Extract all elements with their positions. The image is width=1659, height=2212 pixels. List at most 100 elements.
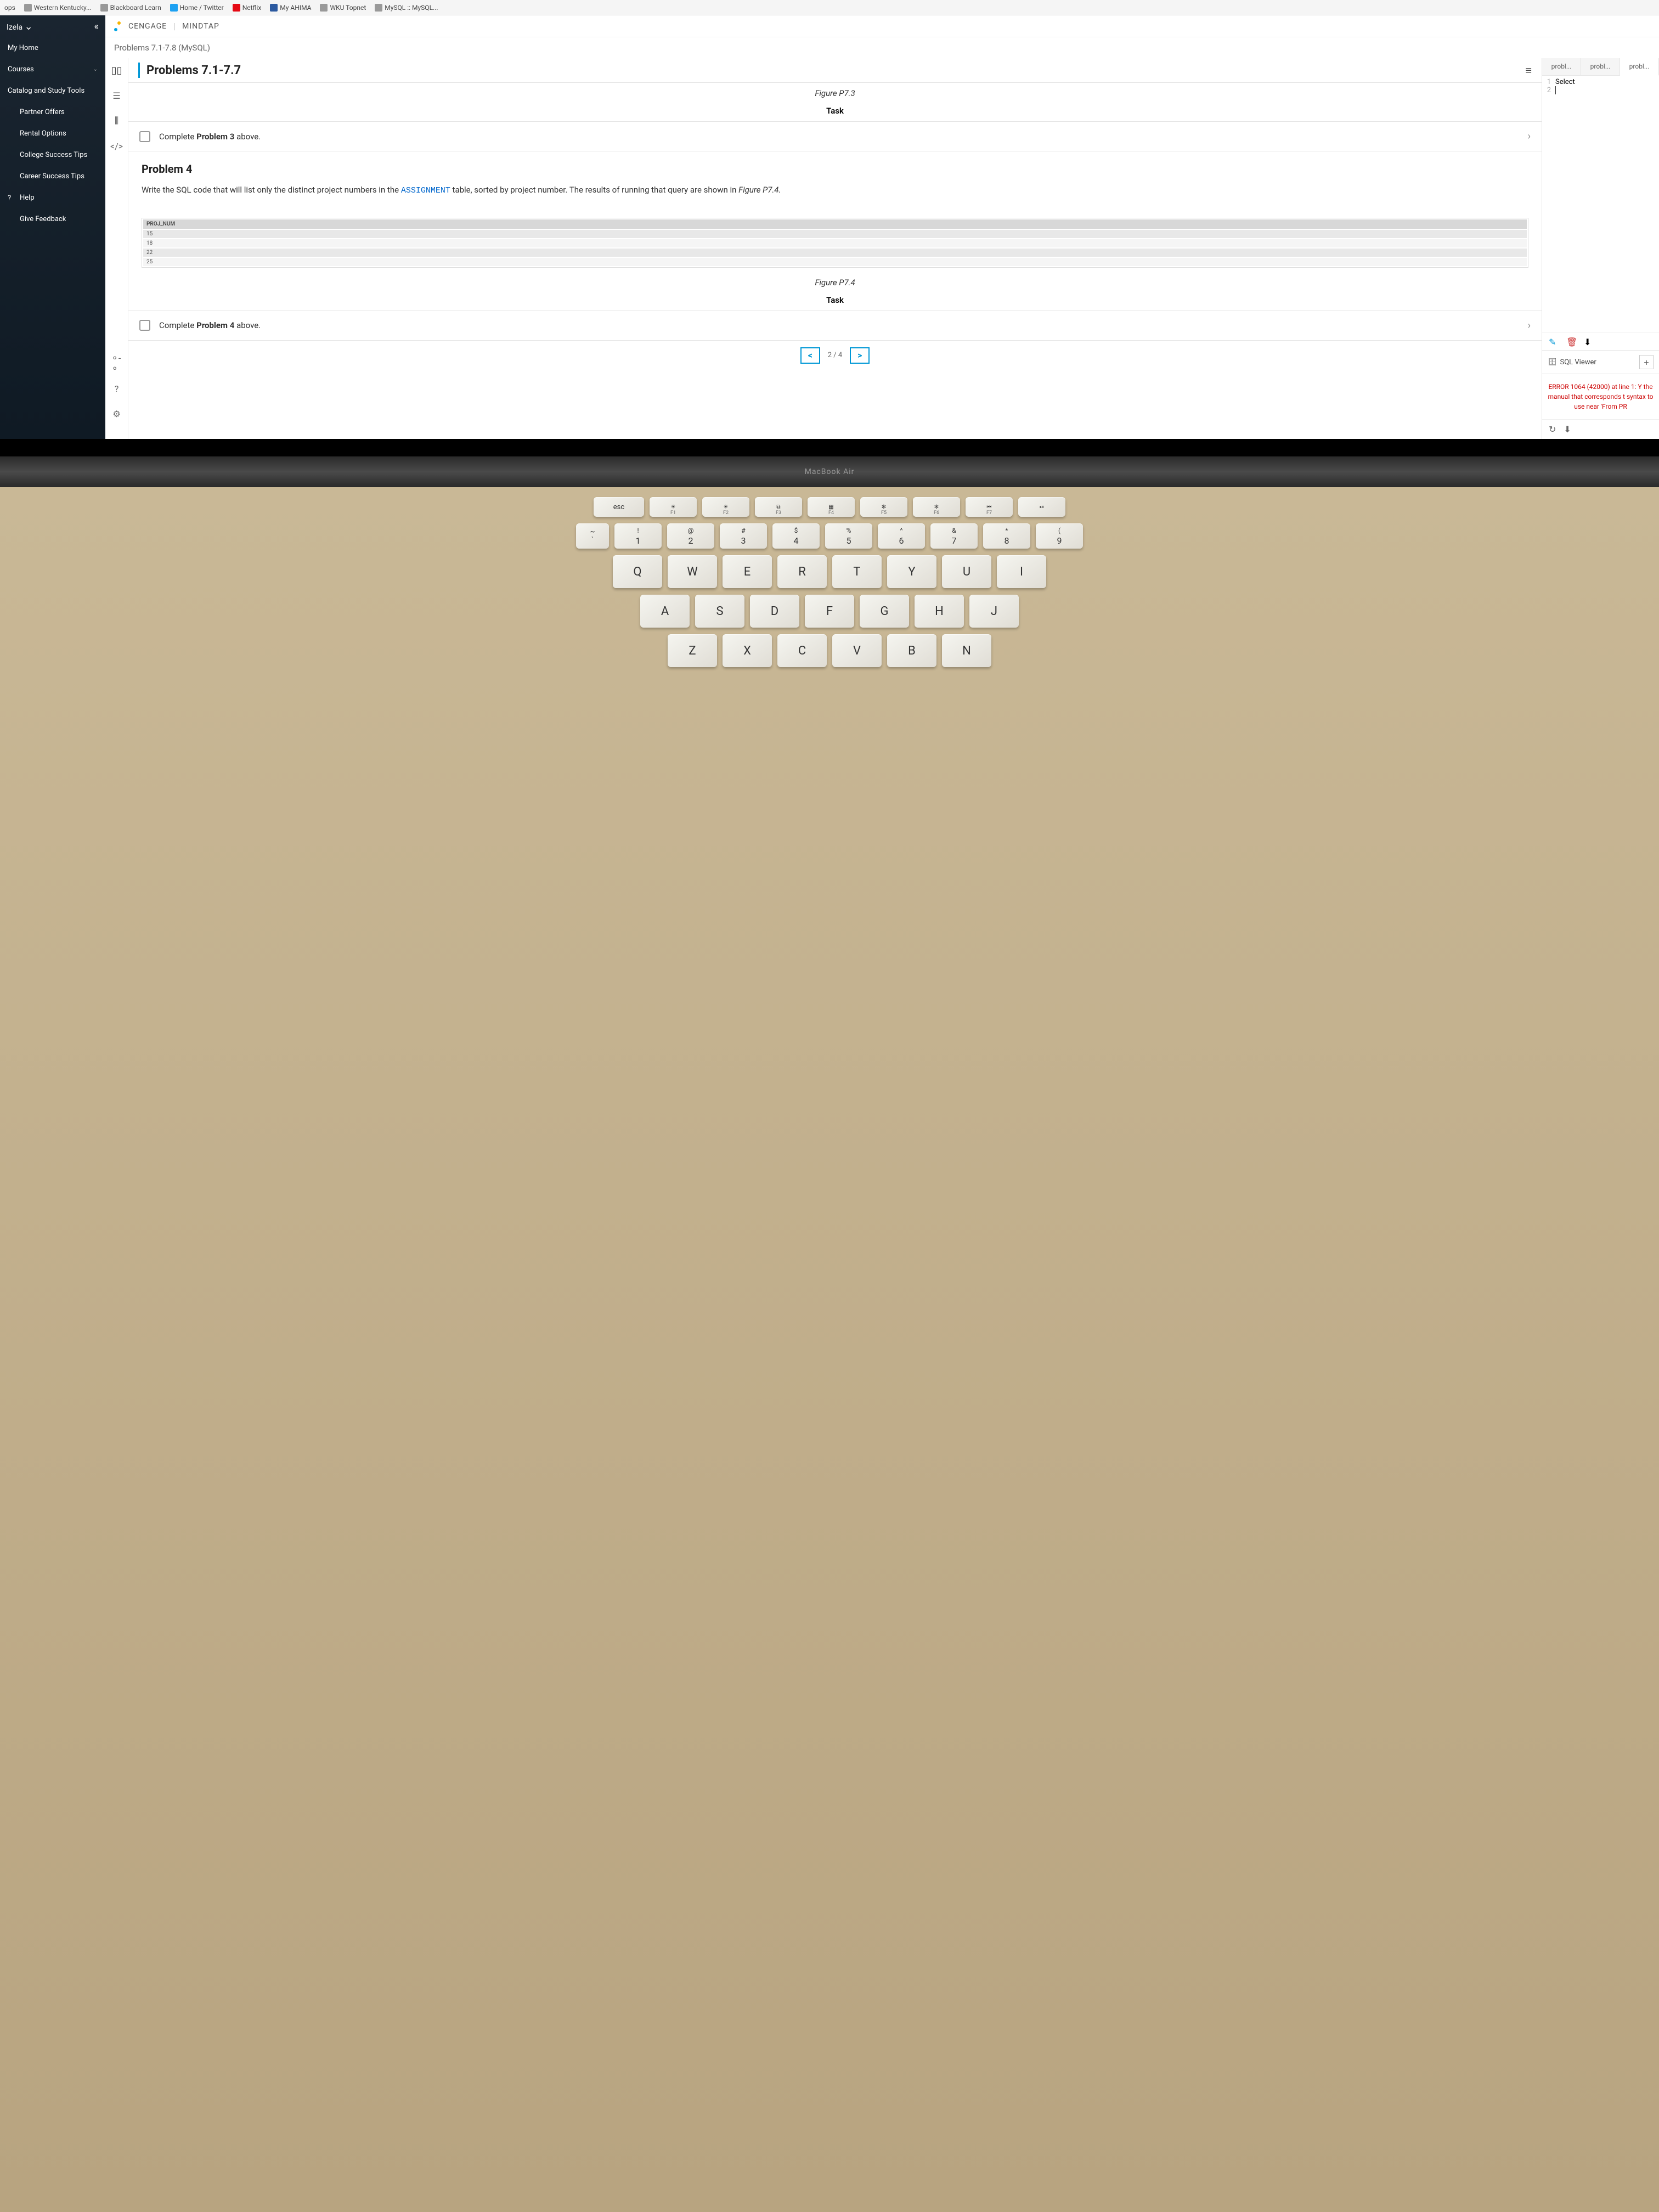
key-fn: ⧉F3 <box>755 497 802 517</box>
key-letter: D <box>750 595 799 628</box>
bookmark-wku[interactable]: Western Kentucky... <box>24 4 92 12</box>
book-icon <box>8 130 15 138</box>
key-letter: H <box>915 595 964 628</box>
prev-page-button[interactable]: < <box>800 347 820 364</box>
add-viewer-button[interactable]: + <box>1639 355 1654 369</box>
key-num: @2 <box>667 523 714 549</box>
key-num: %5 <box>825 523 872 549</box>
bookmark-blackboard[interactable]: Blackboard Learn <box>100 4 161 12</box>
database-icon: 🗄 <box>1548 358 1557 366</box>
editor-tabs: probl... probl... probl... <box>1542 58 1659 76</box>
key-num: $4 <box>772 523 820 549</box>
task-4-row[interactable]: Complete Problem 4 above. › <box>128 311 1542 341</box>
tips-icon <box>8 151 15 159</box>
key-letter: X <box>723 634 772 667</box>
sidebar-item-college[interactable]: College Success Tips <box>0 144 105 166</box>
help-icon: ? <box>8 194 15 202</box>
book-open-icon[interactable]: ▯▯ <box>111 65 122 76</box>
key-letter: C <box>777 634 827 667</box>
key-letter: I <box>997 555 1046 588</box>
table-row: 22 <box>143 249 1527 257</box>
sidebar-item-catalog[interactable]: Catalog and Study Tools <box>0 80 105 101</box>
laptop-bezel <box>0 439 1659 456</box>
key-fn: ✻F5 <box>860 497 907 517</box>
delete-icon[interactable]: 🗑 <box>1566 337 1575 346</box>
task-4-checkbox[interactable] <box>139 320 150 331</box>
problem-4-block: Problem 4 Write the SQL code that will l… <box>128 151 1542 209</box>
figure-7-4-caption: Figure P7.4 <box>128 272 1542 290</box>
tab-problem-3[interactable]: probl... <box>1620 58 1659 76</box>
sidebar-item-home[interactable]: My Home <box>0 37 105 59</box>
key-num: ^6 <box>878 523 925 549</box>
key-letter: G <box>860 595 909 628</box>
sql-error-message: ERROR 1064 (42000) at line 1: Y the manu… <box>1542 374 1659 419</box>
collapse-sidebar-icon[interactable]: « <box>94 21 99 32</box>
sql-viewer-header: 🗄SQL Viewer + <box>1542 350 1659 374</box>
bookmark-mysql[interactable]: MySQL :: MySQL... <box>375 4 438 12</box>
right-panel: probl... probl... probl... 1Select 2 ✎ 🗑… <box>1542 58 1659 439</box>
sidebar-item-rental[interactable]: Rental Options <box>0 123 105 144</box>
key-letter: Z <box>668 634 717 667</box>
sidebar-item-feedback[interactable]: Give Feedback <box>0 208 105 230</box>
cengage-logo-icon <box>114 21 124 31</box>
task-3-row[interactable]: Complete Problem 3 above. › <box>128 122 1542 151</box>
sidebar-item-career[interactable]: Career Success Tips <box>0 166 105 187</box>
menu-icon[interactable]: ≡ <box>1525 64 1532 77</box>
key-fn: ⏯ <box>1018 497 1065 517</box>
brand-mindtap: MINDTAP <box>182 22 219 31</box>
briefcase-icon <box>8 173 15 180</box>
checklist-icon[interactable]: ☰ <box>111 90 122 101</box>
key-letter: B <box>887 634 936 667</box>
key-letter: V <box>832 634 882 667</box>
sidebar-item-courses[interactable]: Courses⌄ <box>0 59 105 80</box>
key-fn: ☀F1 <box>650 497 697 517</box>
key-letter: W <box>668 555 717 588</box>
key-letter: F <box>805 595 854 628</box>
chevron-down-icon: ⌄ <box>93 66 98 72</box>
key-num: (9 <box>1036 523 1083 549</box>
sidebar-user-header[interactable]: Izela ⌄ « <box>0 15 105 37</box>
brand-cengage: CENGAGE <box>128 22 167 31</box>
refresh-icon[interactable]: ↻ <box>1549 424 1556 435</box>
share-icon[interactable]: ⚬-⚬ <box>111 358 122 369</box>
problem-4-text: Write the SQL code that will list only t… <box>142 183 1528 198</box>
key-fn: ✻F6 <box>913 497 960 517</box>
result-toolbar: ↻ ⬇ <box>1542 419 1659 439</box>
task-4-text: Complete Problem 4 above. <box>159 320 1519 330</box>
breadcrumb: Problems 7.1-7.8 (MySQL) <box>105 37 1659 58</box>
editor-toolbar: ✎ 🗑 ⬇ <box>1542 332 1659 350</box>
tab-problem-1[interactable]: probl... <box>1542 58 1581 75</box>
bookmark-twitter[interactable]: Home / Twitter <box>170 4 224 12</box>
info-icon[interactable]: ? <box>111 383 122 394</box>
bookmark-ahima[interactable]: My AHIMA <box>270 4 311 12</box>
bookmark-icon <box>233 4 240 12</box>
key-num: ~` <box>576 523 609 549</box>
edit-icon[interactable]: ✎ <box>1549 337 1558 346</box>
key-letter: U <box>942 555 991 588</box>
key-letter: S <box>695 595 744 628</box>
chevron-right-icon: › <box>1528 320 1531 331</box>
result-col-header: PROJ_NUM <box>143 219 1527 229</box>
bookmark-topnet[interactable]: WKU Topnet <box>320 4 366 12</box>
key-letter: N <box>942 634 991 667</box>
code-icon[interactable]: </> <box>111 140 122 151</box>
chart-icon[interactable]: ⫼ <box>111 115 122 126</box>
key-letter: Q <box>613 555 662 588</box>
download-result-icon[interactable]: ⬇ <box>1564 424 1571 435</box>
key-num: #3 <box>720 523 767 549</box>
task-3-checkbox[interactable] <box>139 131 150 142</box>
problem-4-heading: Problem 4 <box>142 162 1528 176</box>
figure-7-3-caption: Figure P7.3 <box>128 83 1542 100</box>
bookmark-icon <box>170 4 178 12</box>
sidebar-item-partner[interactable]: Partner Offers <box>0 101 105 123</box>
sql-editor[interactable]: 1Select 2 <box>1542 76 1659 332</box>
bookmark-apps[interactable]: ops <box>4 4 15 12</box>
sidebar-item-help[interactable]: ?Help <box>0 187 105 208</box>
tab-problem-2[interactable]: probl... <box>1581 58 1620 75</box>
table-row: 25 <box>143 258 1527 266</box>
settings-icon[interactable]: ⚙ <box>111 408 122 419</box>
pagination: < 2 / 4 > <box>128 341 1542 373</box>
download-icon[interactable]: ⬇ <box>1584 337 1593 346</box>
bookmark-netflix[interactable]: Netflix <box>233 4 262 12</box>
next-page-button[interactable]: > <box>850 347 870 364</box>
